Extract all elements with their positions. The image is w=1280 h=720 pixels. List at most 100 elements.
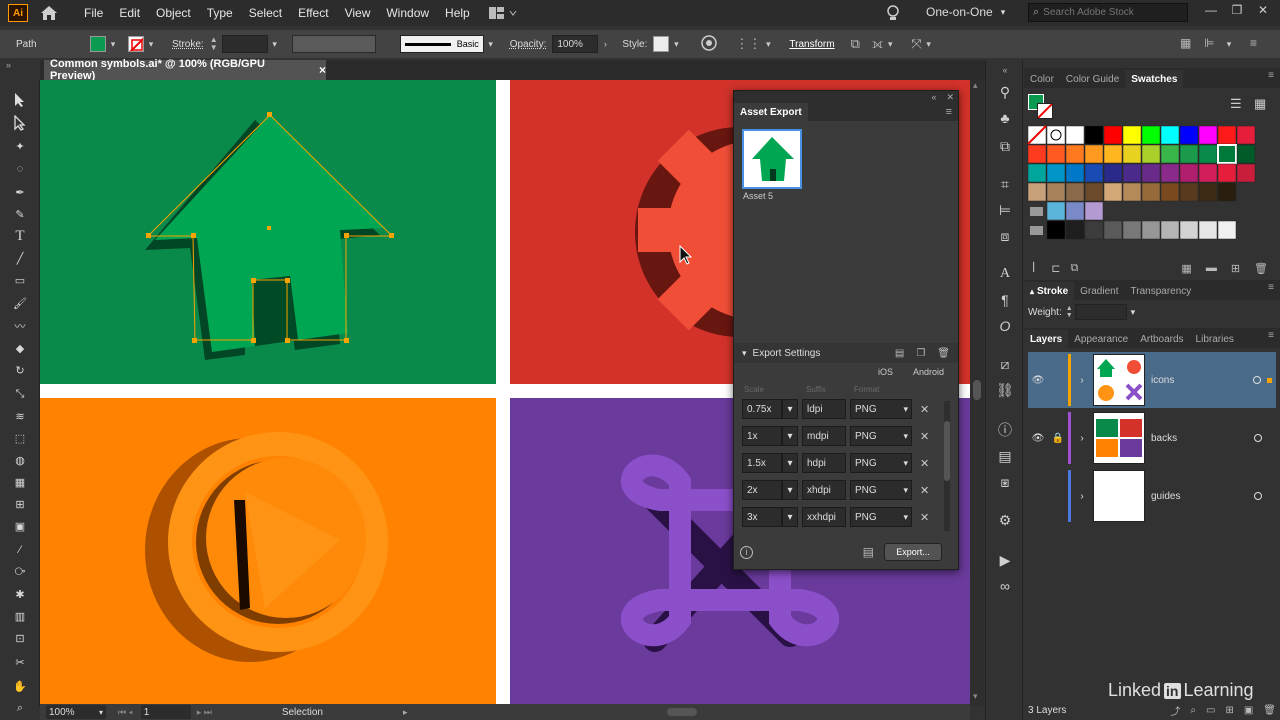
maximize-icon[interactable]: ❐	[1224, 3, 1250, 17]
expand-arrow-icon[interactable]: ›	[1071, 433, 1093, 444]
swatch[interactable]	[1027, 144, 1047, 164]
asset-name[interactable]: Asset 5	[743, 191, 773, 201]
swatch[interactable]	[1065, 220, 1085, 240]
swatch[interactable]	[1236, 144, 1256, 164]
swatch[interactable]	[1179, 220, 1199, 240]
gradient-tool-icon[interactable]: ▣	[10, 516, 30, 536]
chevron-down-icon[interactable]: ▾	[669, 37, 683, 51]
minimize-icon[interactable]: —	[1198, 3, 1224, 17]
direct-selection-tool-icon[interactable]	[10, 113, 30, 133]
symbol-sprayer-tool-icon[interactable]: ✱	[10, 584, 30, 604]
scale-field[interactable]: 2x	[742, 480, 782, 500]
perspective-grid-tool-icon[interactable]: ▦	[10, 472, 30, 492]
image-trace-icon[interactable]: ⧄	[995, 354, 1015, 374]
menu-view[interactable]: View	[345, 6, 371, 20]
target-circle-icon[interactable]	[1254, 434, 1262, 442]
swatch[interactable]	[1065, 163, 1085, 183]
isolate-object-icon[interactable]: ⧉	[851, 36, 860, 52]
recolor-artwork-icon[interactable]	[701, 34, 718, 54]
type-tool-icon[interactable]: T	[10, 226, 30, 246]
swatch[interactable]	[1046, 125, 1066, 145]
swatch[interactable]	[1141, 125, 1161, 145]
scale-field[interactable]: 1.5x	[742, 453, 782, 473]
curvature-tool-icon[interactable]: ✎	[10, 204, 30, 224]
scale-dropdown[interactable]: ▾	[782, 399, 798, 419]
lightbulb-icon[interactable]	[886, 5, 900, 24]
document-tab[interactable]: Common symbols.ai* @ 100% (RGB/GPU Previ…	[44, 58, 326, 82]
swatch[interactable]	[1198, 144, 1218, 164]
add-scale-icon[interactable]: ▤	[895, 348, 904, 359]
chevron-down-icon[interactable]: ▾	[742, 348, 747, 359]
rectangle-tool-icon[interactable]: ▭	[10, 270, 30, 290]
stroke-stepper[interactable]: ▲ ▼	[210, 36, 220, 52]
swatch[interactable]	[1122, 125, 1142, 145]
tab-stroke[interactable]: ▴ Stroke	[1024, 282, 1075, 300]
suffix-field[interactable]: xhdpi	[802, 480, 846, 500]
export-layers-icon[interactable]: ⤴	[1170, 703, 1180, 718]
selection-indicator[interactable]	[1267, 377, 1272, 383]
swatch[interactable]	[1084, 220, 1104, 240]
pen-tool-icon[interactable]: ✒	[10, 182, 30, 202]
trash-icon[interactable]: 🗑	[1254, 262, 1268, 275]
link-chain-icon[interactable]: ∞	[995, 576, 1015, 596]
swatch-folder-icon[interactable]	[1030, 207, 1043, 216]
asset-export-tab[interactable]: Asset Export	[734, 103, 808, 121]
scale-dropdown[interactable]: ▾	[782, 507, 798, 527]
swatch[interactable]	[1065, 144, 1085, 164]
scale-tool-icon[interactable]: ⤡	[10, 384, 30, 404]
slice-tool-icon[interactable]: ✂	[10, 652, 30, 672]
pathfinder-icon[interactable]: ⧈	[995, 226, 1015, 246]
layer-row-backs[interactable]: 👁 🔒 › backs	[1028, 410, 1276, 466]
target-circle-icon[interactable]	[1254, 492, 1262, 500]
swatch[interactable]	[1217, 182, 1237, 202]
format-select[interactable]: PNG ▾	[850, 507, 912, 527]
chevron-down-icon[interactable]: ▾	[1222, 37, 1236, 51]
menu-effect[interactable]: Effect	[298, 6, 328, 20]
swatch[interactable]	[1084, 201, 1104, 221]
scroll-thumb[interactable]	[973, 380, 981, 400]
swatch[interactable]	[1217, 163, 1237, 183]
info-icon[interactable]: i	[740, 545, 753, 559]
scale-dropdown[interactable]: ▾	[782, 480, 798, 500]
locate-object-icon[interactable]: ⌕	[1190, 705, 1196, 716]
symbols-icon[interactable]: ♣	[995, 108, 1015, 128]
swatch[interactable]	[1122, 144, 1142, 164]
expand-arrow-icon[interactable]: ›	[1071, 491, 1093, 502]
panel-menu-icon[interactable]: ≡	[946, 106, 952, 118]
opentype-icon[interactable]: O	[995, 316, 1015, 336]
swatch[interactable]	[1198, 163, 1218, 183]
actions-play-icon[interactable]: ▶	[995, 550, 1015, 570]
swatch[interactable]	[1198, 220, 1218, 240]
canvas-vertical-scrollbar[interactable]: ▴ ▾	[970, 80, 984, 706]
swatch[interactable]	[1160, 182, 1180, 202]
format-select[interactable]: PNG ▾	[850, 480, 912, 500]
format-select[interactable]: PNG ▾	[850, 399, 912, 419]
blend-tool-icon[interactable]: ⧂	[10, 562, 30, 582]
graphic-styles-icon[interactable]: ▤	[995, 446, 1015, 466]
list-view-icon[interactable]: ☰	[1230, 96, 1242, 112]
panel-menu-icon[interactable]: ≡	[1268, 70, 1274, 88]
chevron-down-icon[interactable]: ▾	[883, 37, 897, 51]
layer-name[interactable]: guides	[1151, 491, 1180, 502]
stroke-label[interactable]: Stroke:	[172, 39, 204, 50]
align-panel-icon[interactable]: ▦	[1180, 36, 1191, 50]
trash-icon[interactable]: 🗑	[937, 348, 950, 359]
chevron-right-icon[interactable]: ›	[598, 37, 612, 51]
suffix-field[interactable]: mdpi	[802, 426, 846, 446]
asset-thumbnail[interactable]	[742, 129, 802, 189]
tab-color-guide[interactable]: Color Guide	[1060, 70, 1125, 88]
swatch[interactable]	[1046, 163, 1066, 183]
swatch-options-icon[interactable]: ⧉	[1070, 262, 1078, 275]
chevron-down-icon[interactable]: ▾	[761, 37, 775, 51]
menu-window[interactable]: Window	[386, 6, 429, 20]
swatch[interactable]	[1141, 163, 1161, 183]
format-select[interactable]: PNG ▾	[850, 426, 912, 446]
swatch-folder-icon[interactable]	[1030, 226, 1043, 235]
thumbnail-view-icon[interactable]: ▦	[1254, 96, 1266, 112]
swatch[interactable]	[1046, 144, 1066, 164]
panel-menu-icon[interactable]: ≡	[1268, 330, 1274, 348]
new-layer-icon[interactable]: ▣	[1244, 705, 1253, 716]
lasso-tool-icon[interactable]: ◌	[10, 159, 30, 179]
align-grid-icon[interactable]: ⋮⋮	[735, 36, 761, 52]
expand-arrow-icon[interactable]: ›	[1071, 375, 1093, 386]
